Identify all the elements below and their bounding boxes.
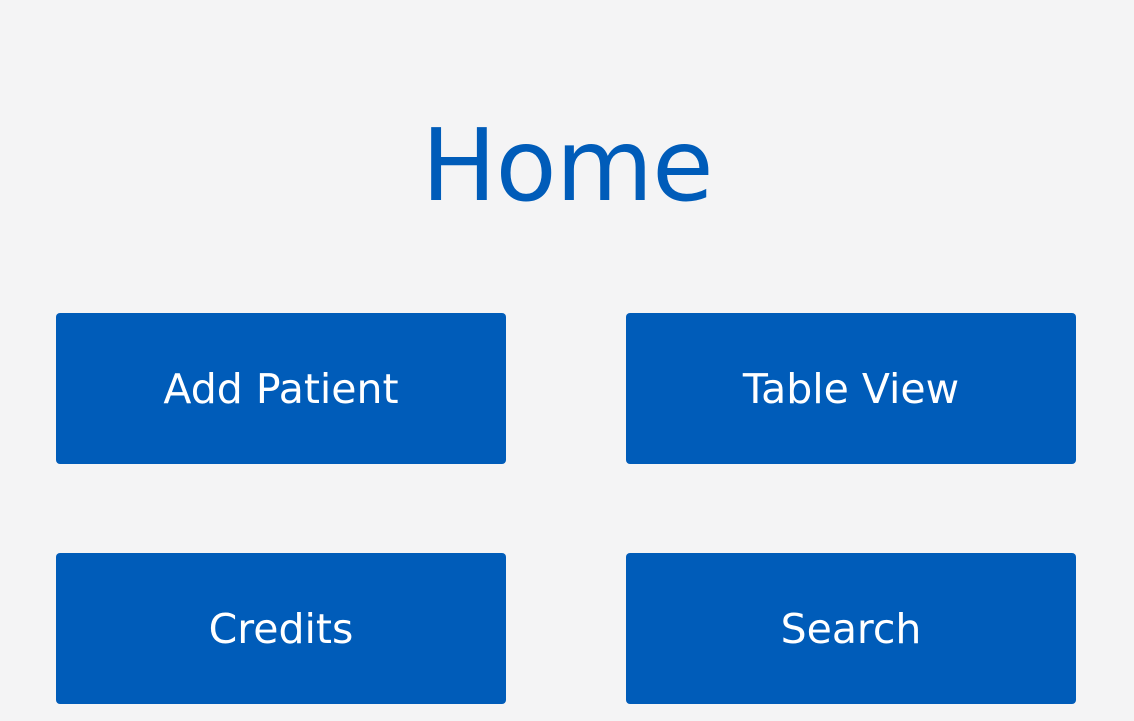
credits-label: Credits	[208, 604, 354, 653]
search-label: Search	[780, 604, 922, 653]
credits-button[interactable]: Credits	[56, 553, 506, 704]
table-view-button[interactable]: Table View	[626, 313, 1076, 464]
table-view-label: Table View	[742, 364, 960, 413]
search-button[interactable]: Search	[626, 553, 1076, 704]
add-patient-button[interactable]: Add Patient	[56, 313, 506, 464]
page-title: Home	[421, 107, 713, 224]
add-patient-label: Add Patient	[163, 364, 399, 413]
